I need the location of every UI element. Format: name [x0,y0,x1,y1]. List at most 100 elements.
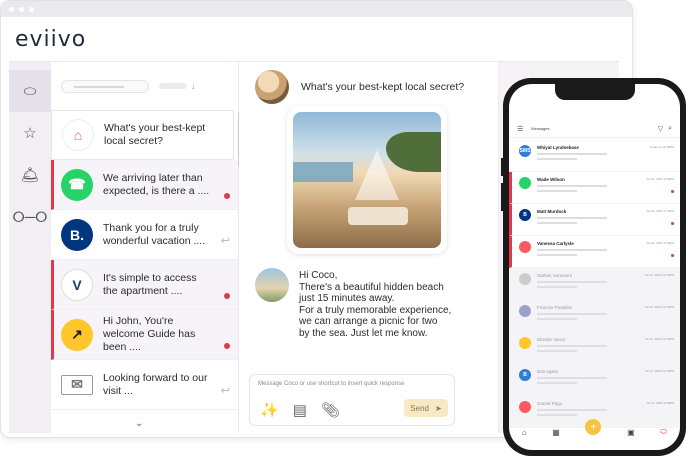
conversation-preview: Thank you for a truly wonderful vacation… [103,221,206,247]
phone-conversation-item[interactable]: Nathan Summers Jul 12, 2023 12:30PM [509,268,680,300]
reply-line: For a truly memorable experience, [299,304,452,316]
calendar-icon[interactable]: ▣ [627,428,635,437]
window-dot [9,6,14,12]
magic-wand-icon[interactable]: ✨ [260,401,279,419]
send-arrow-icon: ➤ [434,403,442,413]
booking-icon: B. [61,218,93,251]
airbnb-icon: ⌂ [62,119,94,151]
bookings-icon[interactable]: ▦ [552,428,560,437]
phone-volume-button [501,183,503,211]
reply-line: just 15 minutes away. [299,293,395,304]
phone-conversation-item[interactable]: B Bob Agent Jul 17, 2023 11:33PM [509,364,680,396]
channel-icon: B [519,209,531,221]
channel-icon [519,401,531,413]
conversation-preview: Looking forward to our visit ... [103,371,208,397]
phone-conversation-item[interactable]: Blondie Vasco Jul 11, 2023 12:30PM [509,332,680,364]
composer-placeholder[interactable]: Message Coco or use shortcut to insert q… [258,381,404,387]
channel-icon [519,177,531,189]
message-composer[interactable]: Message Coco or use shortcut to insert q… [249,374,455,426]
reply-line: Hi Coco, [299,270,338,281]
message-date: Jul 12, 2023 12:30PM [644,273,674,277]
message-date: Jul 20, 2023 4:16PM [646,209,674,213]
conversation-preview: What's your best-kept local secret? [104,122,206,147]
conversation-preview: We arriving later than expected, is ther… [103,171,210,197]
replied-icon: ↩ [220,235,230,247]
search-input[interactable] [61,79,149,93]
beach-picnic-photo [293,112,441,248]
automation-icon[interactable]: ⭘─⭘ [9,196,51,238]
unread-dot [224,343,230,349]
phone-conversation-item[interactable]: Frances Paradise Jul 13, 2023 12:30PM [509,300,680,332]
conversation-item[interactable]: ↗ Hi John, You're welcome Guide has been … [51,310,238,360]
channel-icon [519,337,531,349]
host-reply-text: Hi Coco, There's a beautiful hidden beac… [299,270,459,339]
reply-line: we can arrange a picnic for two [299,316,438,327]
attachment-icon[interactable]: 📎︎ [321,401,340,419]
messages-nav-icon[interactable]: ⬭ [9,70,51,112]
unread-dot [224,293,230,299]
channel-icon [519,241,531,253]
expedia-icon: ↗ [61,318,93,351]
phone-bottom-nav: ⌂ ▦ + ▣ ⬭ [509,419,680,442]
phone-conversation-item[interactable]: B Matt Murdock Jul 20, 2023 4:16PM [509,204,680,236]
conversation-item[interactable]: B. Thank you for a truly wonderful vacati… [51,210,238,260]
phone-screen: ☰ Messages ▽ ⌕ SMS Whiyat Lyndsebase Today… [509,84,680,450]
reply-line: by the sea. Just let me know. [299,327,428,339]
phone-title: Messages [531,126,550,131]
conversation-item[interactable]: ☎ We arriving later than expected, is the… [51,160,238,210]
reviews-star-icon[interactable]: ☆ [9,112,51,154]
message-date: Jul 11, 2023 12:30PM [645,337,674,341]
replied-icon: ↩ [220,385,230,397]
message-date: Jul 22, 2023 4:00PM [646,177,674,181]
phone-conversation-item[interactable]: Wade Wilson Jul 22, 2023 4:00PM [509,172,680,204]
chat-pane: What's your best-kept local secret? Hi C… [239,62,499,433]
reply-line: There's a beautiful hidden beach [299,281,444,293]
sort-arrow-icon[interactable]: ↓ [191,81,196,91]
concierge-bell-icon[interactable]: 🛎︎ [9,154,51,196]
conversation-preview: Hi John, You're welcome Guide has been .… [103,315,196,353]
message-date: Jul 29, 2023 4:25PM [646,241,674,245]
message-date: Today at 12:45PM [649,145,674,149]
quick-response-icon[interactable]: ▤ [293,401,307,419]
host-avatar [255,268,289,302]
conversation-item[interactable]: V It's simple to access the apartment ...… [51,260,238,310]
nav-rail: ⬭ ☆ 🛎︎ ⭘─⭘ [9,62,51,433]
guest-question: What's your best-kept local secret? [301,81,465,93]
message-date: Jul 17, 2023 11:33PM [645,369,674,373]
list-toolbar: ↓ [51,62,238,110]
guest-avatar [255,70,289,104]
eviivo-logo: eviivo [15,26,87,52]
messages-icon[interactable]: ⬭ [660,427,667,437]
conversation-item[interactable]: ✉ Looking forward to our visit ... ↩ [51,360,238,410]
unread-dot [671,190,674,193]
message-date: Jul 15, 2023 3:00PM [646,401,674,405]
window-dot [29,6,34,12]
phone-notch [555,84,635,100]
menu-icon[interactable]: ☰ [517,125,523,133]
home-icon[interactable]: ⌂ [522,428,527,437]
phone-conversation-item[interactable]: SMS Whiyat Lyndsebase Today at 12:45PM [509,140,680,172]
guest-message: What's your best-kept local secret? [255,70,464,104]
search-icon[interactable]: ⌕ [668,125,672,133]
add-button[interactable]: + [585,419,602,435]
phone-conversation-list: SMS Whiyat Lyndsebase Today at 12:45PM Wade… [509,140,680,428]
host-reply [255,268,289,302]
conversation-list: ↓ ⌂ What's your best-kept local secret? ☎ W… [51,62,242,433]
channel-icon [519,273,531,285]
unread-dot [671,222,674,225]
photo-message[interactable] [287,106,447,254]
conversation-preview: It's simple to access the apartment .... [103,271,197,297]
vrbo-icon: V [61,268,93,301]
email-icon: ✉ [61,374,93,395]
sort-control[interactable] [159,83,187,89]
chevron-down-icon[interactable]: ⌄ [135,418,143,429]
window-titlebar [1,1,632,17]
phone-volume-button [501,158,503,176]
phone-conversation-item[interactable]: Vanessa Carlysle Jul 29, 2023 4:25PM [509,236,680,268]
send-button[interactable]: Send ➤ [404,399,448,417]
filter-icon[interactable]: ▽ [658,125,663,133]
window-dot [19,6,24,12]
conversation-item[interactable]: ⌂ What's your best-kept local secret? [51,110,234,160]
message-date: Jul 13, 2023 12:30PM [644,305,674,309]
logo-row: eviivo [1,17,632,61]
